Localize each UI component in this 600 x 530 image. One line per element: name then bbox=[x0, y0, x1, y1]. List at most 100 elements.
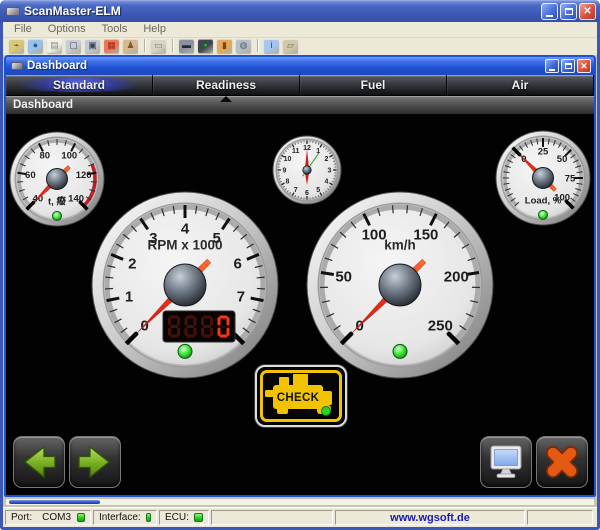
minimize-button[interactable] bbox=[541, 3, 558, 20]
connect-icon[interactable]: ⌁ bbox=[9, 39, 24, 53]
app-icon bbox=[6, 7, 20, 16]
user-icon[interactable]: ♟ bbox=[123, 39, 138, 53]
svg-text:100: 100 bbox=[362, 226, 387, 243]
display-button[interactable] bbox=[480, 436, 532, 488]
svg-text:250: 250 bbox=[428, 318, 453, 335]
svg-text:4: 4 bbox=[325, 179, 329, 186]
svg-text:200: 200 bbox=[444, 268, 469, 285]
menu-item-options[interactable]: Options bbox=[40, 22, 94, 37]
status-empty-panel bbox=[211, 510, 333, 525]
monitor-icon[interactable]: ▢ bbox=[66, 39, 81, 53]
dashboard-minimize-button[interactable] bbox=[545, 59, 559, 73]
rpm-gauge: 012345678RPM x 1000 bbox=[90, 190, 280, 380]
status-port-value: COM3 bbox=[42, 512, 71, 523]
window-titlebar: ScanMaster-ELM ✕ bbox=[0, 0, 600, 22]
clipboard-icon[interactable]: ▭ bbox=[151, 39, 166, 53]
world-icon[interactable]: ◍ bbox=[236, 39, 251, 53]
svg-text:11: 11 bbox=[292, 148, 300, 155]
engine-load-gauge: 0255075100Load, % bbox=[495, 130, 591, 226]
right-arrow-icon bbox=[73, 440, 117, 484]
menu-item-file[interactable]: File bbox=[6, 22, 40, 37]
status-grip-panel bbox=[527, 510, 593, 525]
app-window: ScanMaster-ELM ✕ FileOptionsToolsHelp ⌁ ●… bbox=[0, 0, 600, 530]
tab-air[interactable]: Air bbox=[447, 75, 594, 95]
tab-readiness[interactable]: Readiness bbox=[153, 75, 300, 95]
svg-text:80: 80 bbox=[39, 150, 50, 161]
svg-text:1: 1 bbox=[125, 288, 133, 305]
globe-icon[interactable]: ● bbox=[28, 39, 43, 53]
next-button[interactable] bbox=[69, 436, 121, 488]
chart-icon[interactable]: ▦ bbox=[104, 39, 119, 53]
tab-label: Readiness bbox=[196, 78, 256, 92]
check-engine-label: CHECK bbox=[277, 392, 320, 404]
svg-text:t, 癈: t, 癈 bbox=[48, 195, 66, 207]
svg-text:25: 25 bbox=[538, 146, 549, 157]
svg-text:6: 6 bbox=[233, 255, 241, 272]
document-icon[interactable]: ▤ bbox=[47, 39, 62, 53]
ecu-status-led bbox=[194, 513, 203, 522]
status-ecu-panel: ECU: bbox=[159, 510, 209, 525]
module-icon[interactable]: ▮ bbox=[217, 39, 232, 53]
svg-text:2: 2 bbox=[325, 156, 329, 163]
svg-text:50: 50 bbox=[335, 268, 352, 285]
status-interface-label: Interface: bbox=[99, 512, 141, 523]
dashboard: CHECK bbox=[6, 114, 594, 495]
screen-icon[interactable]: ▬ bbox=[179, 39, 194, 53]
tab-label: Air bbox=[512, 78, 529, 92]
svg-text:Load, %: Load, % bbox=[525, 195, 562, 206]
svg-text:7: 7 bbox=[294, 187, 298, 194]
svg-text:140: 140 bbox=[68, 193, 84, 204]
dashboard-window-title: Dashboard bbox=[27, 60, 543, 72]
menu-bar: FileOptionsToolsHelp bbox=[3, 22, 597, 38]
close-x-icon bbox=[540, 440, 584, 484]
maximize-icon bbox=[565, 63, 572, 69]
close-view-button[interactable] bbox=[536, 436, 588, 488]
svg-text:120: 120 bbox=[76, 170, 92, 181]
toolbar-separator bbox=[172, 39, 173, 52]
dashboard-titlebar: Dashboard ✕ bbox=[6, 57, 594, 75]
status-port-panel: Port: COM3 bbox=[5, 510, 91, 525]
svg-text:3: 3 bbox=[328, 167, 332, 174]
panel-header: Dashboard bbox=[6, 96, 594, 114]
svg-text:60: 60 bbox=[25, 170, 36, 181]
prev-button[interactable] bbox=[13, 436, 65, 488]
dashboard-maximize-button[interactable] bbox=[561, 59, 575, 73]
toolbar-separator bbox=[144, 39, 145, 52]
svg-text:75: 75 bbox=[565, 173, 576, 184]
maximize-button[interactable] bbox=[560, 3, 577, 20]
dashboard-window-icon bbox=[11, 62, 23, 70]
info-icon[interactable]: i bbox=[264, 39, 279, 53]
close-button[interactable]: ✕ bbox=[579, 3, 596, 20]
port-status-led bbox=[77, 513, 85, 522]
terminal-icon[interactable]: ▪ bbox=[198, 39, 213, 53]
tab-notch bbox=[220, 96, 232, 102]
status-interface-panel: Interface: bbox=[93, 510, 157, 525]
tab-label: Standard bbox=[53, 78, 105, 92]
tab-label: Fuel bbox=[361, 78, 386, 92]
interface-status-led bbox=[146, 513, 151, 522]
svg-text:9: 9 bbox=[283, 167, 287, 174]
check-status-dot bbox=[322, 407, 331, 416]
status-ecu-label: ECU: bbox=[165, 512, 189, 523]
menu-item-help[interactable]: Help bbox=[135, 22, 174, 37]
tab-standard[interactable]: Standard bbox=[6, 75, 153, 95]
progress-fill bbox=[9, 500, 100, 504]
chip-icon[interactable]: ▱ bbox=[283, 39, 298, 53]
tab-bar: Standard Readiness Fuel Air bbox=[6, 75, 594, 96]
minimize-icon bbox=[549, 69, 555, 71]
svg-text:10: 10 bbox=[284, 156, 292, 163]
dashboard-close-button[interactable]: ✕ bbox=[577, 59, 591, 73]
website-link[interactable]: www.wgsoft.de bbox=[341, 512, 519, 524]
menu-item-tools[interactable]: Tools bbox=[94, 22, 136, 37]
left-arrow-icon bbox=[17, 440, 61, 484]
toolbar-separator bbox=[257, 39, 258, 52]
monitor-alt-icon[interactable]: ▣ bbox=[85, 39, 100, 53]
svg-text:RPM x 1000: RPM x 1000 bbox=[147, 237, 222, 252]
svg-text:150: 150 bbox=[413, 226, 438, 243]
speed-gauge: 050100150200250km/h bbox=[305, 190, 495, 380]
tab-fuel[interactable]: Fuel bbox=[300, 75, 447, 95]
status-bar: Port: COM3 Interface: ECU: www.wgsoft.de bbox=[3, 507, 597, 527]
minimize-icon bbox=[546, 15, 553, 17]
window-title: ScanMaster-ELM bbox=[24, 4, 541, 18]
maximize-icon bbox=[565, 8, 573, 15]
